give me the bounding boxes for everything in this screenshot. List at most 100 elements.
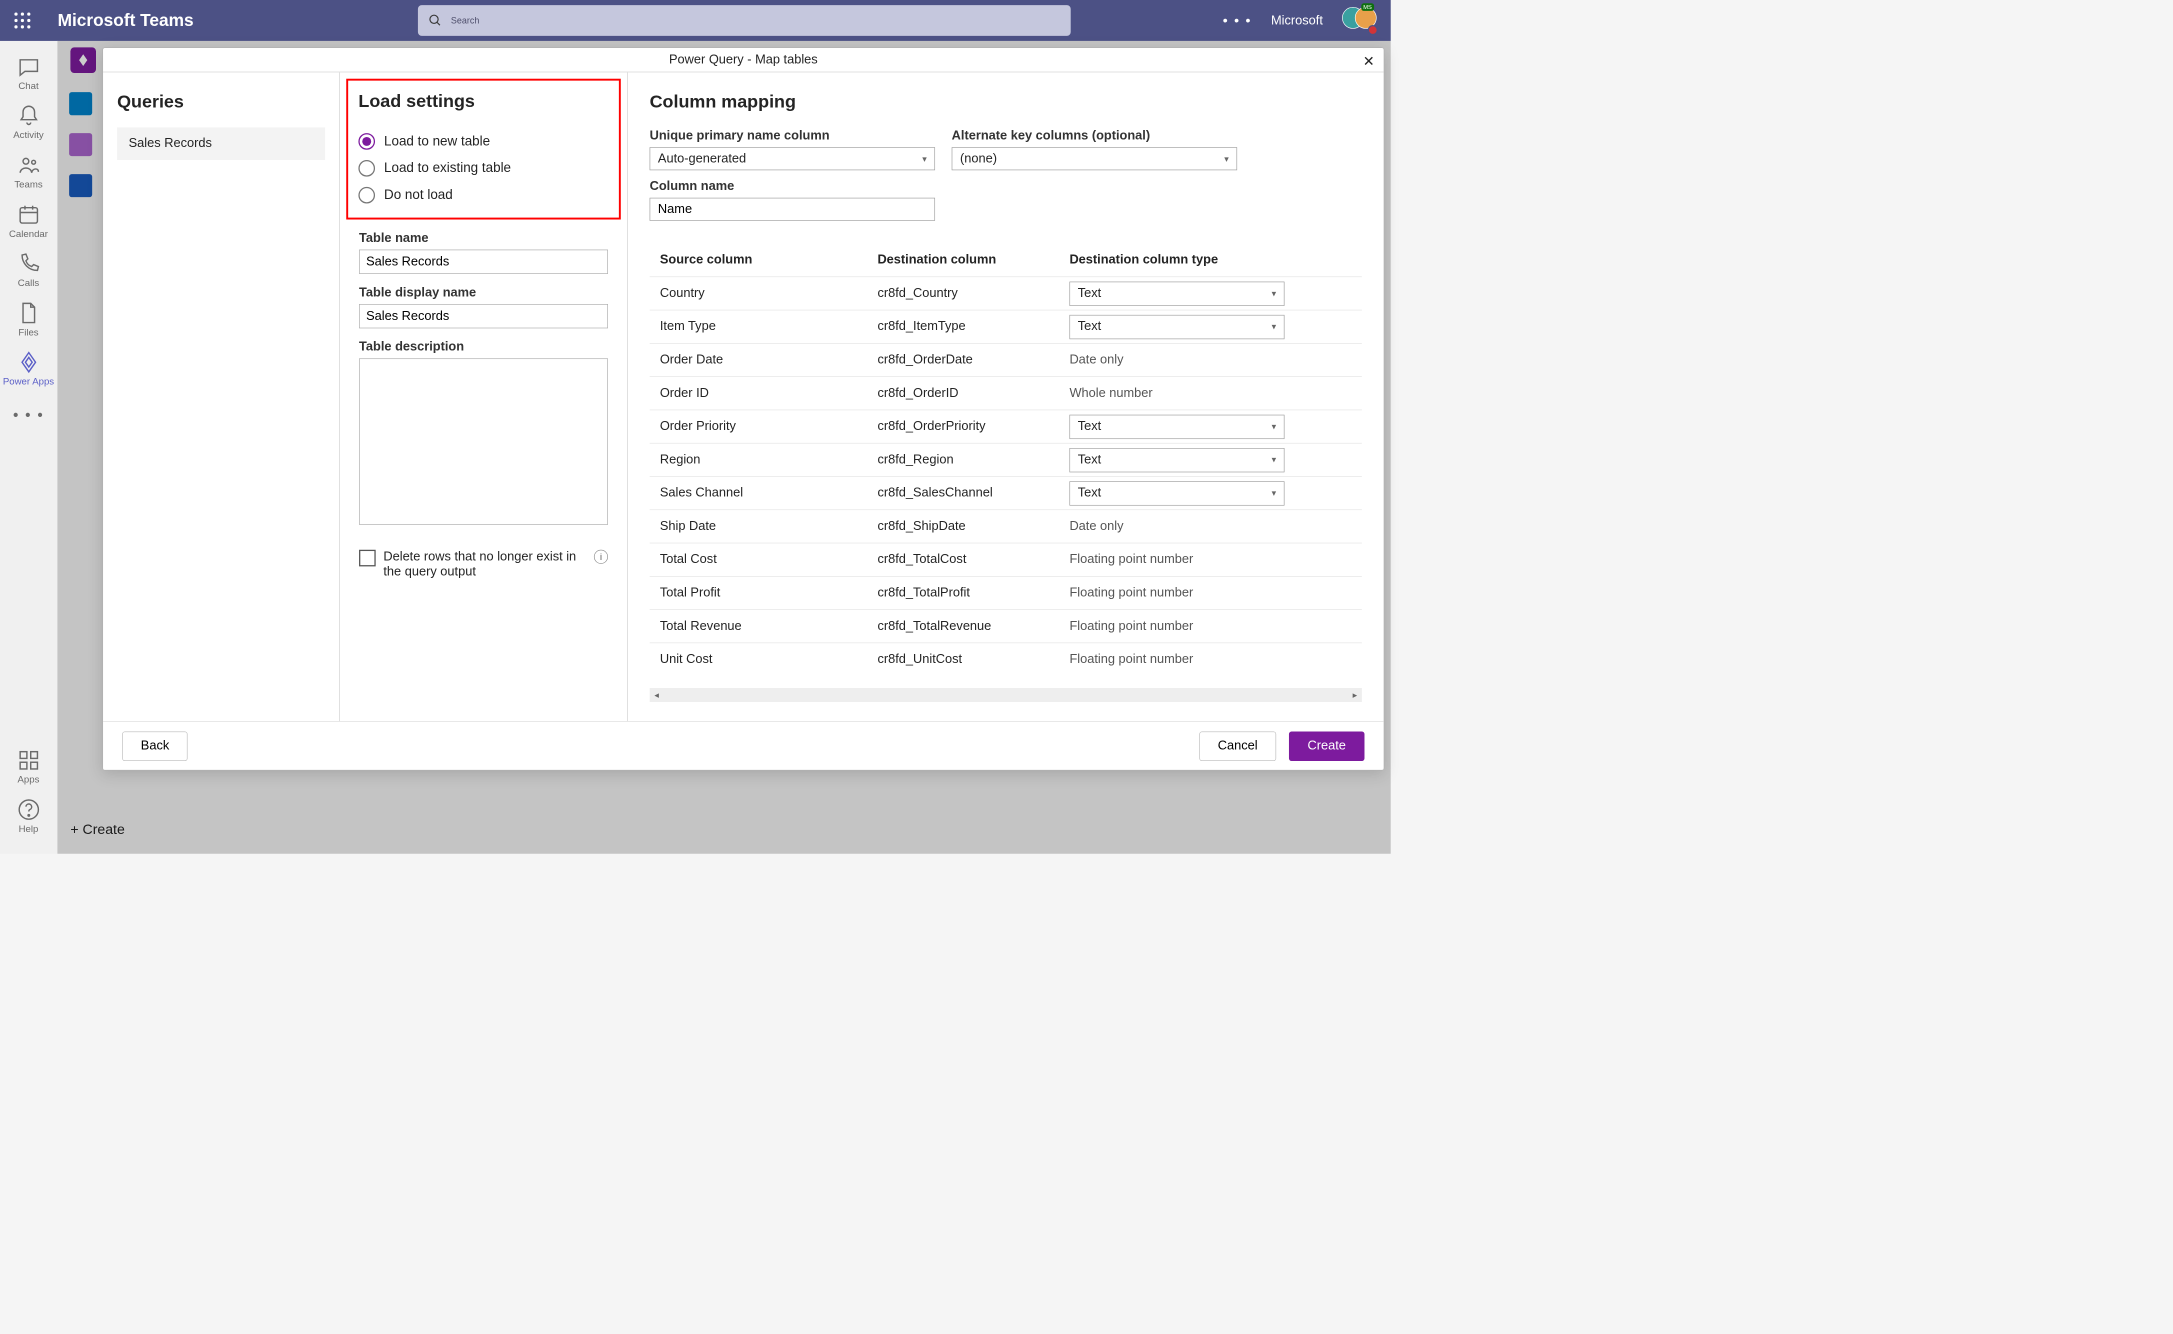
source-column-cell: Total Cost bbox=[660, 552, 878, 567]
rail-apps[interactable]: Apps bbox=[0, 742, 57, 791]
dest-column-cell: cr8fd_Region bbox=[877, 452, 1069, 467]
source-column-cell: Total Profit bbox=[660, 586, 878, 601]
dest-column-cell: cr8fd_TotalCost bbox=[877, 552, 1069, 567]
alt-key-select[interactable]: (none) ▾ bbox=[952, 147, 1237, 170]
rail-teams[interactable]: Teams bbox=[0, 147, 57, 196]
avatar-stack[interactable]: MS bbox=[1342, 7, 1378, 34]
table-desc-input[interactable] bbox=[359, 358, 608, 524]
close-icon[interactable]: ✕ bbox=[1363, 53, 1375, 70]
rail-calls[interactable]: Calls bbox=[0, 246, 57, 295]
source-column-cell: Country bbox=[660, 286, 878, 301]
more-icon[interactable]: • • • bbox=[1223, 12, 1252, 29]
radio-load-new-label: Load to new table bbox=[384, 134, 490, 149]
dest-column-cell: cr8fd_Country bbox=[877, 286, 1069, 301]
radio-do-not-load-label: Do not load bbox=[384, 188, 453, 203]
cancel-button[interactable]: Cancel bbox=[1199, 731, 1276, 760]
radio-load-existing-label: Load to existing table bbox=[384, 161, 511, 176]
table-row: Order IDcr8fd_OrderIDWhole number bbox=[650, 376, 1362, 409]
table-row: Ship Datecr8fd_ShipDateDate only bbox=[650, 509, 1362, 542]
table-desc-label: Table description bbox=[359, 340, 608, 355]
query-item[interactable]: Sales Records bbox=[117, 127, 325, 160]
table-row: Unit Costcr8fd_UnitCostFloating point nu… bbox=[650, 643, 1362, 676]
rail-calendar[interactable]: Calendar bbox=[0, 196, 57, 245]
map-tables-dialog: Power Query - Map tables ✕ Queries Sales… bbox=[102, 47, 1384, 770]
table-row: Countrycr8fd_CountryText▾ bbox=[650, 276, 1362, 309]
radio-do-not-load[interactable]: Do not load bbox=[358, 182, 608, 209]
delete-rows-label: Delete rows that no longer exist in the … bbox=[383, 550, 582, 579]
dest-column-cell: cr8fd_OrderPriority bbox=[877, 419, 1069, 434]
chevron-down-icon: ▾ bbox=[1272, 321, 1277, 332]
rail-activity[interactable]: Activity bbox=[0, 98, 57, 147]
type-select[interactable]: Text ▾ bbox=[1069, 315, 1284, 339]
source-column-cell: Order ID bbox=[660, 386, 878, 401]
rail-files[interactable]: Files bbox=[0, 295, 57, 344]
table-row: Total Profitcr8fd_TotalProfitFloating po… bbox=[650, 576, 1362, 609]
back-button[interactable]: Back bbox=[122, 731, 188, 760]
source-column-cell: Order Date bbox=[660, 353, 878, 368]
top-bar: Microsoft Teams Search • • • Microsoft M… bbox=[0, 0, 1391, 41]
rail-activity-label: Activity bbox=[13, 130, 43, 141]
avatar-badge: MS bbox=[1361, 3, 1373, 11]
rail-more-icon[interactable]: • • • bbox=[13, 406, 44, 424]
load-settings-highlight: Load settings Load to new table Load to … bbox=[346, 79, 621, 220]
scroll-left-icon[interactable]: ◂ bbox=[650, 688, 664, 702]
info-icon[interactable]: i bbox=[594, 550, 608, 564]
brand-title: Microsoft Teams bbox=[58, 11, 194, 31]
source-column-cell: Item Type bbox=[660, 319, 878, 334]
table-row: Total Costcr8fd_TotalCostFloating point … bbox=[650, 543, 1362, 576]
table-name-input[interactable] bbox=[359, 250, 608, 274]
horizontal-scrollbar[interactable]: ◂ ▸ bbox=[650, 688, 1362, 702]
dest-column-cell: cr8fd_OrderDate bbox=[877, 353, 1069, 368]
scroll-right-icon[interactable]: ▸ bbox=[1348, 688, 1362, 702]
create-button[interactable]: Create bbox=[1289, 731, 1365, 760]
rail-chat-label: Chat bbox=[18, 81, 38, 92]
chevron-down-icon: ▾ bbox=[922, 153, 927, 164]
type-select[interactable]: Text▾ bbox=[1069, 281, 1284, 305]
rail-help[interactable]: Help bbox=[0, 792, 57, 841]
type-select[interactable]: Text▾ bbox=[1069, 481, 1284, 505]
type-text-cell: Floating point number bbox=[1069, 619, 1287, 634]
table-name-label: Table name bbox=[359, 231, 608, 246]
mapping-table-header: Source column Destination column Destina… bbox=[650, 244, 1362, 277]
source-column-cell: Region bbox=[660, 452, 878, 467]
primary-col-value: Auto-generated bbox=[658, 151, 746, 166]
type-select-value: Text bbox=[1078, 452, 1101, 467]
type-text-cell: Date only bbox=[1069, 519, 1287, 534]
radio-load-new[interactable]: Load to new table bbox=[358, 128, 608, 155]
rail-powerapps-label: Power Apps bbox=[3, 376, 54, 387]
primary-col-select[interactable]: Auto-generated ▾ bbox=[650, 147, 935, 170]
load-settings-heading: Load settings bbox=[358, 91, 608, 111]
column-mapping-panel: Column mapping Unique primary name colum… bbox=[628, 72, 1384, 721]
rail-chat[interactable]: Chat bbox=[0, 49, 57, 98]
rail-calls-label: Calls bbox=[18, 278, 39, 289]
table-row: Sales Channelcr8fd_SalesChannelText▾ bbox=[650, 476, 1362, 509]
type-select[interactable]: Text ▾ bbox=[1069, 448, 1284, 472]
org-name[interactable]: Microsoft bbox=[1271, 13, 1323, 28]
primary-col-label: Unique primary name column bbox=[650, 129, 935, 144]
source-column-cell: Total Revenue bbox=[660, 619, 878, 634]
search-box[interactable]: Search bbox=[418, 5, 1071, 36]
rail-powerapps[interactable]: Power Apps bbox=[0, 344, 57, 393]
queries-panel: Queries Sales Records bbox=[103, 72, 340, 721]
column-name-input[interactable] bbox=[650, 198, 935, 221]
source-column-cell: Unit Cost bbox=[660, 652, 878, 667]
chevron-down-icon: ▾ bbox=[1272, 454, 1277, 465]
waffle-icon[interactable] bbox=[13, 11, 32, 30]
table-display-input[interactable] bbox=[359, 304, 608, 328]
source-column-cell: Sales Channel bbox=[660, 486, 878, 501]
dest-column-cell: cr8fd_ItemType bbox=[877, 319, 1069, 334]
type-select-value: Text bbox=[1078, 319, 1101, 334]
presence-indicator bbox=[1368, 25, 1378, 35]
radio-load-existing[interactable]: Load to existing table bbox=[358, 155, 608, 182]
rail-teams-label: Teams bbox=[14, 179, 42, 190]
radio-checked-icon bbox=[358, 133, 375, 150]
table-display-label: Table display name bbox=[359, 285, 608, 300]
col-header-type: Destination column type bbox=[1069, 253, 1287, 268]
type-select[interactable]: Text▾ bbox=[1069, 414, 1284, 438]
col-header-dest: Destination column bbox=[877, 253, 1069, 268]
source-column-cell: Order Priority bbox=[660, 419, 878, 434]
dialog-title: Power Query - Map tables bbox=[669, 52, 818, 67]
type-text-cell: Floating point number bbox=[1069, 586, 1287, 601]
nav-rail: Chat Activity Teams Calendar Calls Files… bbox=[0, 41, 58, 854]
delete-rows-checkbox[interactable] bbox=[359, 550, 376, 567]
